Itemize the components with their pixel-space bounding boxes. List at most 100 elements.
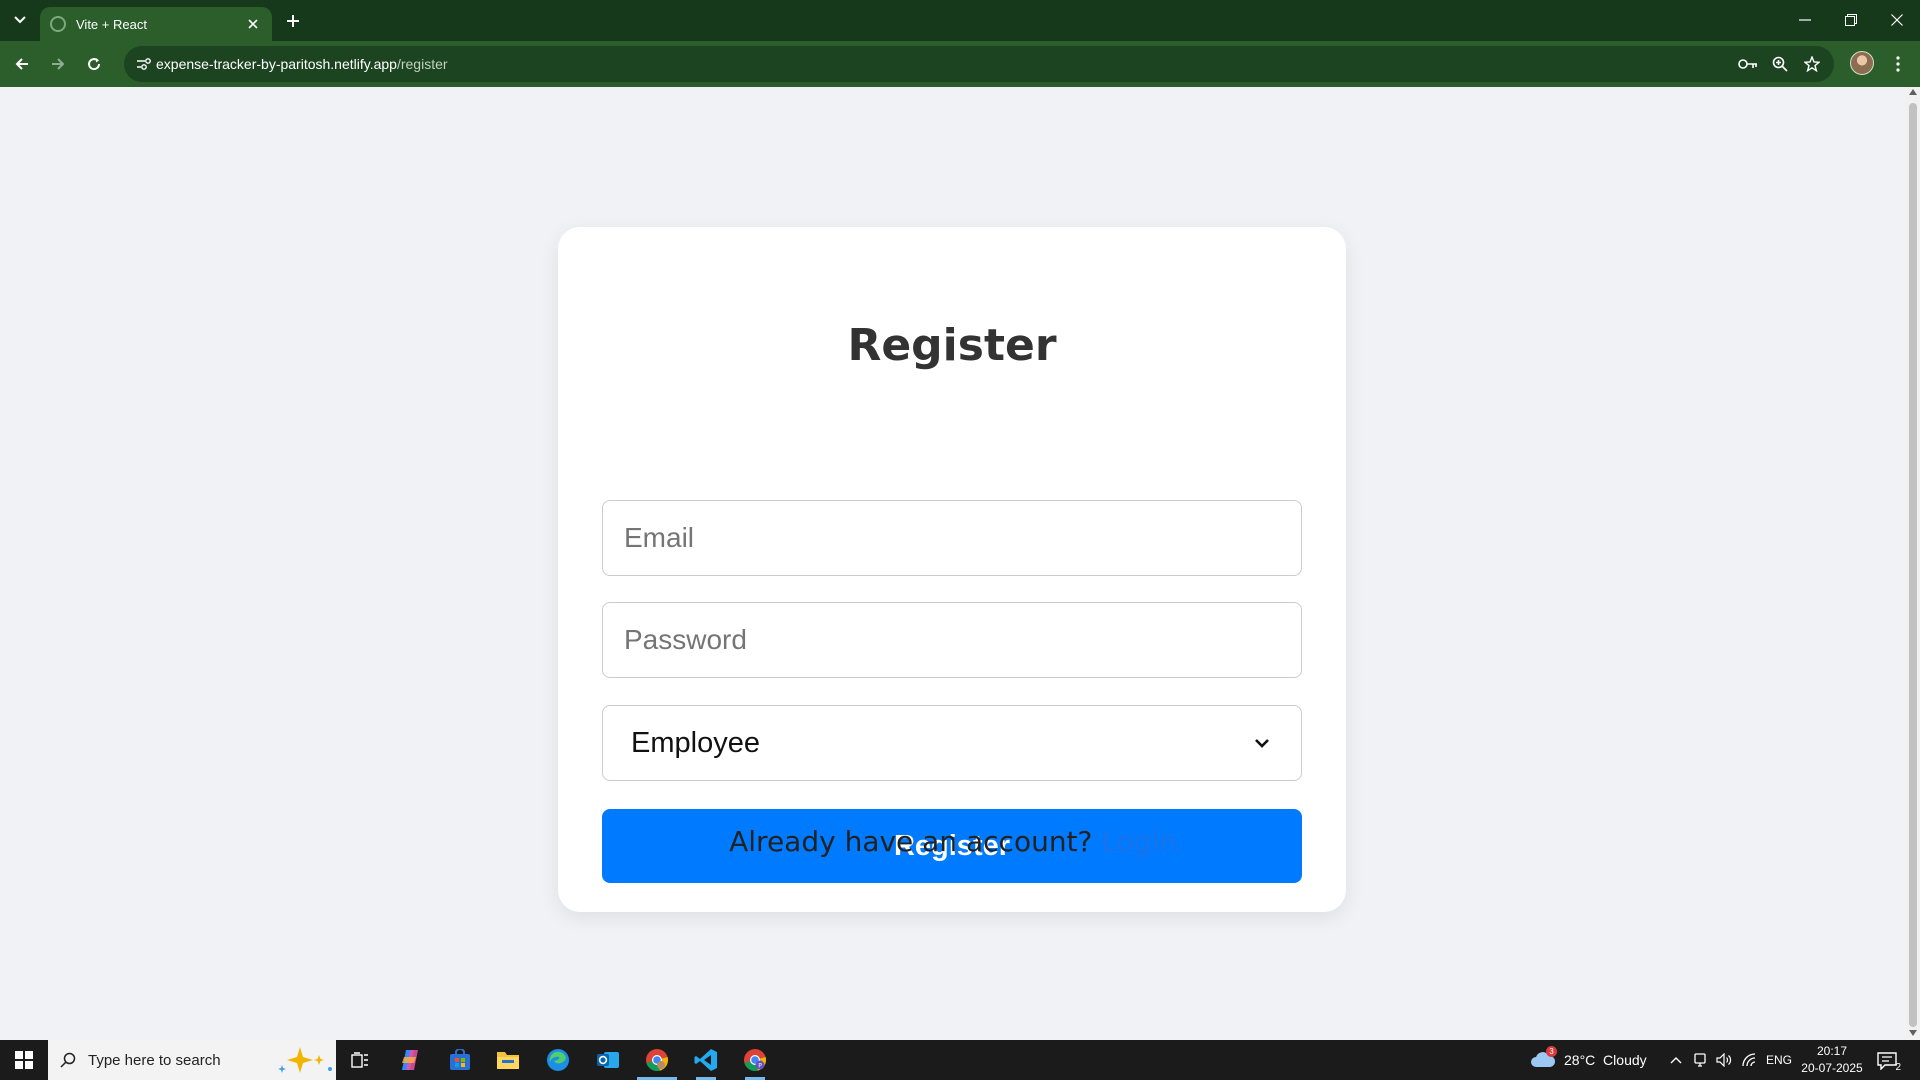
password-key-icon — [1738, 59, 1757, 69]
zoom-button[interactable] — [1768, 52, 1792, 76]
chevron-down-icon — [1251, 732, 1273, 754]
page-title: Register — [847, 320, 1057, 371]
new-tab-button[interactable] — [280, 8, 306, 34]
forward-icon — [52, 58, 65, 70]
star-icon — [1804, 56, 1820, 72]
store-app[interactable] — [436, 1040, 484, 1080]
file-explorer-icon — [497, 1052, 519, 1069]
register-card: Register Employee Register — [558, 227, 1346, 912]
taskbar-search[interactable]: Type here to search — [48, 1040, 336, 1080]
clock-time: 20:17 — [1816, 1044, 1848, 1058]
minimize-button[interactable] — [1782, 0, 1828, 40]
minimize-icon — [1799, 19, 1811, 21]
chrome-profile-app[interactable]: P — [731, 1040, 779, 1080]
scroll-down-arrow[interactable] — [1909, 1030, 1917, 1036]
weather-alert-badge: 3 — [1546, 1046, 1557, 1057]
url-host: expense-tracker-by-paritosh.netlify.app — [156, 56, 397, 72]
back-icon — [15, 58, 28, 70]
vscode-app[interactable] — [682, 1040, 730, 1080]
bookmark-button[interactable] — [1800, 52, 1824, 76]
outlook-icon — [597, 1052, 619, 1068]
tab-close-button[interactable] — [244, 15, 262, 33]
search-icon — [60, 1052, 76, 1068]
close-icon — [248, 19, 258, 29]
edge-app[interactable] — [534, 1040, 582, 1080]
url-text[interactable]: expense-tracker-by-paritosh.netlify.app/… — [156, 56, 448, 72]
weather-widget[interactable]: 3 28°C Cloudy — [1530, 1040, 1680, 1080]
language-indicator[interactable]: ENG — [1766, 1040, 1792, 1080]
site-info-button[interactable] — [130, 50, 158, 78]
chrome-app-active[interactable] — [633, 1040, 681, 1080]
tab-search-icon — [14, 16, 26, 24]
start-button[interactable] — [0, 1040, 48, 1080]
email-input[interactable] — [603, 501, 1301, 575]
outlook-app[interactable] — [584, 1040, 632, 1080]
task-view-button[interactable] — [336, 1040, 384, 1080]
copilot-app[interactable] — [386, 1040, 434, 1080]
restore-icon — [1845, 14, 1857, 26]
task-view-icon — [351, 1052, 368, 1068]
browser-menu-button[interactable] — [1886, 50, 1910, 78]
taskbar-search-placeholder: Type here to search — [88, 1051, 221, 1069]
address-bar[interactable]: expense-tracker-by-paritosh.netlify.app/… — [124, 46, 1834, 82]
login-prompt-text: Already have an account? — [729, 825, 1093, 858]
url-path: /register — [396, 56, 448, 72]
chrome-icon — [646, 1049, 669, 1071]
edge-icon — [547, 1049, 569, 1071]
close-window-button[interactable] — [1874, 0, 1920, 40]
wifi-icon — [1742, 1053, 1756, 1067]
browser-toolbar: expense-tracker-by-paritosh.netlify.app/… — [0, 41, 1920, 87]
login-prompt: Already have an account? Login — [0, 825, 1906, 858]
clock[interactable]: 20:17 20-07-2025 — [1792, 1043, 1872, 1077]
reload-button[interactable] — [80, 50, 108, 78]
favicon-icon — [50, 16, 66, 32]
language-text: ENG — [1766, 1053, 1793, 1067]
browser-tab-strip: Vite + React — [0, 0, 1920, 41]
volume-icon — [1716, 1053, 1732, 1067]
profile-avatar[interactable] — [1850, 51, 1874, 75]
copilot-sparkle-icon — [274, 1045, 336, 1075]
show-hidden-icons-button[interactable] — [1666, 1050, 1686, 1070]
back-button[interactable] — [8, 50, 36, 78]
login-link[interactable]: Login — [1101, 825, 1177, 858]
taskbar: Type here to search P 3 28°C Cloudy ENG … — [0, 1040, 1920, 1080]
svg-text:P: P — [758, 1063, 762, 1070]
clock-date: 20-07-2025 — [1801, 1061, 1863, 1075]
scroll-up-arrow[interactable] — [1909, 89, 1917, 95]
browser-tab[interactable]: Vite + React — [40, 7, 272, 41]
role-select-value: Employee — [631, 726, 760, 759]
kebab-menu-icon — [1896, 56, 1900, 72]
restore-button[interactable] — [1828, 0, 1874, 40]
password-manager-button[interactable] — [1736, 52, 1760, 76]
email-field[interactable] — [602, 500, 1302, 576]
password-field[interactable] — [602, 602, 1302, 678]
meet-now-button[interactable] — [1690, 1050, 1710, 1070]
tab-title: Vite + React — [76, 16, 147, 32]
store-icon — [450, 1049, 470, 1070]
forward-button[interactable] — [44, 50, 72, 78]
meet-icon — [1694, 1053, 1706, 1067]
weather-text: 28°C Cloudy — [1564, 1052, 1647, 1068]
notification-count: 2 — [1895, 1062, 1901, 1073]
site-info-icon — [137, 58, 151, 70]
role-select[interactable]: Employee — [602, 705, 1302, 781]
copilot-icon — [402, 1050, 418, 1070]
notification-icon — [1877, 1052, 1897, 1070]
network-button[interactable] — [1740, 1050, 1760, 1070]
windows-start-icon — [15, 1051, 33, 1069]
password-input[interactable] — [603, 603, 1301, 677]
tab-search-button[interactable] — [8, 8, 32, 32]
vscode-icon — [694, 1049, 717, 1071]
volume-button[interactable] — [1714, 1050, 1734, 1070]
notification-center-button[interactable]: 2 — [1874, 1048, 1901, 1074]
close-icon — [1891, 14, 1903, 26]
cloud-icon: 3 — [1530, 1046, 1557, 1070]
scroll-thumb[interactable] — [1909, 103, 1917, 1027]
caret-up-icon — [1670, 1057, 1682, 1064]
plus-icon — [287, 15, 299, 27]
page-scrollbar[interactable] — [1906, 87, 1920, 1040]
page-viewport: Register Employee Register Already have … — [0, 87, 1906, 1040]
file-explorer-app[interactable] — [484, 1040, 532, 1080]
zoom-icon — [1772, 56, 1788, 72]
chrome-icon: P — [744, 1049, 767, 1071]
